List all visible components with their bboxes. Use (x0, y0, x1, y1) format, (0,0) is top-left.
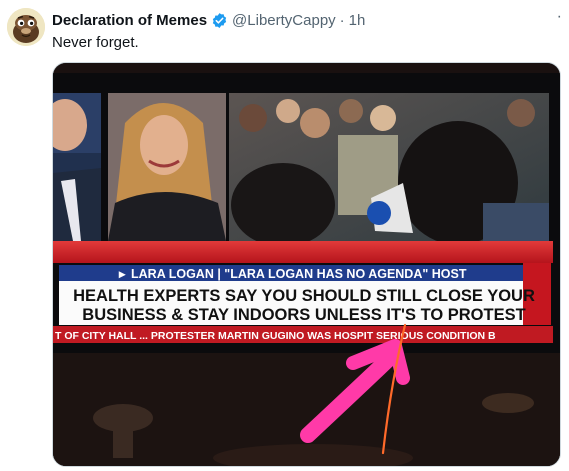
tv-ticker-text: T OF CITY HALL ... PROTESTER MARTIN GUGI… (55, 330, 496, 342)
timestamp[interactable]: 1h (349, 12, 366, 29)
right-video-panel (229, 93, 549, 247)
tv-name-bar-text: LARA LOGAN | "LARA LOGAN HAS NO AGENDA" … (131, 267, 467, 281)
tv-headline-line1: HEALTH EXPERTS SAY YOU SHOULD STILL CLOS… (73, 287, 535, 305)
ellipsis-icon: · (556, 8, 563, 25)
more-options-button[interactable]: · (557, 8, 563, 26)
avatar[interactable] (7, 8, 45, 46)
tweet-photo[interactable]: ▸ LARA LOGAN | "LARA LOGAN HAS NO AGENDA… (52, 62, 561, 467)
tweet-header: Declaration of Memes @LibertyCappy · 1h … (0, 0, 569, 60)
cartoon-avatar-icon (7, 8, 45, 46)
center-video-panel (108, 93, 226, 241)
display-name[interactable]: Declaration of Memes (52, 12, 207, 29)
tweet-text: Never forget. (52, 34, 139, 51)
tv-headline-line2: BUSINESS & STAY INDOORS UNLESS IT'S TO P… (82, 306, 525, 324)
verified-badge-icon (212, 12, 227, 28)
left-video-panel (53, 93, 101, 241)
tv-screen-photo: ▸ LARA LOGAN | "LARA LOGAN HAS NO AGENDA… (53, 63, 560, 466)
author-handle[interactable]: @LibertyCappy (232, 12, 336, 29)
tweet-author-row: Declaration of Memes @LibertyCappy · 1h (52, 10, 365, 30)
separator-dot: · (339, 11, 345, 29)
